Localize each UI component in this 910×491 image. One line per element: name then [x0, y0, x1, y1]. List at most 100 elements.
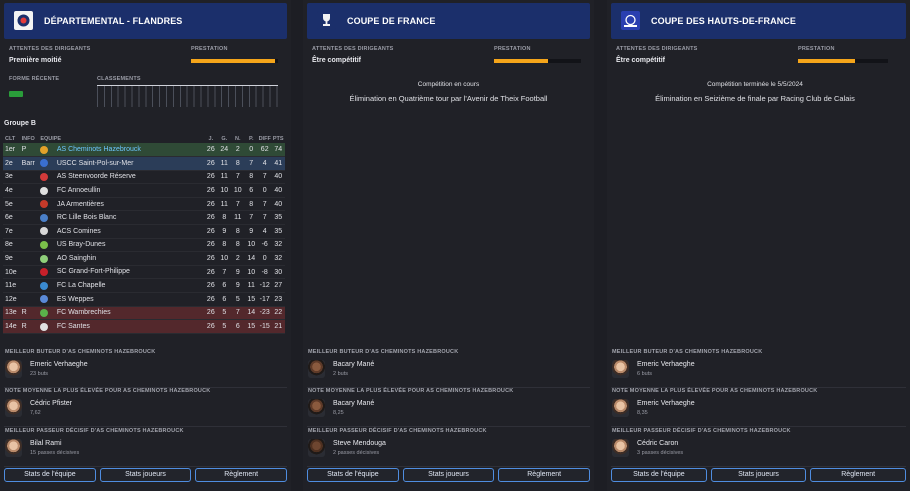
top-assist-section[interactable]: MEILLEUR PASSEUR DÉCISIF D'AS CHEMINOTS … [611, 428, 906, 467]
top-assist-name[interactable]: Bilal Rami [30, 440, 62, 447]
goal-diff-cell: 0 [257, 183, 272, 198]
team-cell: AS Steenvoorde Réserve [54, 170, 205, 185]
team-name-link[interactable]: US Bray-Dunes [57, 241, 106, 248]
top-rating-section[interactable]: NOTE MOYENNE LA PLUS ÉLEVÉE POUR AS CHEM… [4, 388, 287, 427]
team-cell: RC Lille Bois Blanc [54, 210, 205, 226]
points-cell: 40 [271, 170, 285, 185]
points-cell: 41 [271, 156, 285, 171]
lost-cell: 6 [244, 183, 258, 198]
table-row[interactable]: 13e R FC Wambrechies 26 5 7 14 -23 22 [3, 306, 285, 321]
table-row[interactable]: 7e ACS Comines 26 9 8 9 4 35 [3, 224, 285, 239]
table-row[interactable]: 14e R FC Santes 26 5 6 15 -15 21 [3, 319, 285, 334]
crest-cell [40, 170, 55, 185]
team-name-link[interactable]: SC Grand-Fort-Philippe [57, 268, 130, 275]
top-assist-stat: 2 passes décisives [333, 450, 380, 456]
table-row[interactable]: 9e AO Sainghin 26 10 2 14 0 32 [3, 251, 285, 266]
col-p[interactable]: P. [245, 134, 258, 143]
table-row[interactable]: 6e RC Lille Bois Blanc 26 8 11 7 7 35 [3, 210, 285, 226]
points-cell: 35 [271, 224, 285, 239]
rules-button[interactable]: Règlement [195, 468, 288, 482]
points-cell: 32 [271, 238, 285, 253]
panel-buttons: Stats de l'équipe Stats joueurs Règlemen… [4, 468, 288, 482]
won-cell: 11 [217, 197, 232, 212]
team-stats-button[interactable]: Stats de l'équipe [4, 468, 96, 482]
top-scorer-section[interactable]: MEILLEUR BUTEUR D'AS CHEMINOTS HAZEBROUC… [4, 349, 287, 388]
team-name-link[interactable]: AS Cheminots Hazebrouck [57, 146, 141, 153]
rules-button[interactable]: Règlement [810, 468, 907, 482]
top-rating-name[interactable]: Emeric Verhaeghe [637, 400, 695, 407]
top-scorer-name[interactable]: Bacary Mané [333, 361, 374, 368]
col-pts[interactable]: PTS [271, 134, 285, 143]
table-row[interactable]: 2e Barr USCC Saint-Pol-sur-Mer 26 11 8 7 4 41 [3, 156, 285, 171]
table-row[interactable]: 3e AS Steenvoorde Réserve 26 11 7 8 7 40 [3, 170, 285, 185]
goal-diff-cell: -8 [257, 265, 272, 280]
top-assist-name[interactable]: Steve Mendouga [333, 440, 386, 447]
player-stats-button[interactable]: Stats joueurs [402, 468, 495, 482]
team-stats-button[interactable]: Stats de l'équipe [611, 468, 707, 482]
team-name-link[interactable]: ACS Comines [57, 228, 101, 235]
top-assist-name[interactable]: Cédric Caron [637, 440, 678, 447]
rank-cell: 5e [3, 197, 22, 212]
played-cell: 26 [204, 156, 218, 171]
club-crest-icon [40, 145, 49, 154]
table-row[interactable]: 5e JA Armentières 26 11 7 8 7 40 [3, 197, 285, 212]
rank-cell: 9e [3, 251, 22, 266]
played-cell: 26 [204, 210, 218, 226]
club-crest-icon [40, 322, 49, 331]
col-g[interactable]: G. [218, 134, 231, 143]
points-cell: 22 [271, 306, 285, 321]
top-rating-name[interactable]: Cédric Pfister [30, 400, 72, 407]
table-row[interactable]: 12e ES Weppes 26 6 5 15 -17 23 [3, 292, 285, 307]
team-name-link[interactable]: FC Wambrechies [57, 309, 111, 316]
info-cell: R [21, 306, 41, 321]
top-scorer-section[interactable]: MEILLEUR BUTEUR D'AS CHEMINOTS HAZEBROUC… [611, 349, 906, 388]
won-cell: 9 [217, 224, 232, 239]
competition-result: Élimination en Quatrième tour par l'Aven… [349, 94, 548, 103]
rules-button[interactable]: Règlement [498, 468, 591, 482]
table-row[interactable]: 11e FC La Chapelle 26 6 9 11 -12 27 [3, 278, 285, 294]
club-crest-icon [40, 172, 49, 181]
rank-cell: 12e [3, 292, 22, 307]
col-info[interactable]: INFO [22, 134, 41, 143]
crest-cell [40, 183, 55, 198]
table-row[interactable]: 4e FC Annoeullin 26 10 10 6 0 40 [3, 183, 285, 198]
top-scorer-section[interactable]: MEILLEUR BUTEUR D'AS CHEMINOTS HAZEBROUC… [307, 349, 590, 388]
top-rating-section[interactable]: NOTE MOYENNE LA PLUS ÉLEVÉE POUR AS CHEM… [307, 388, 590, 427]
col-team[interactable]: EQUIPE [40, 134, 204, 143]
team-name-link[interactable]: AS Steenvoorde Réserve [57, 173, 136, 180]
team-name-link[interactable]: ES Weppes [57, 296, 94, 303]
table-row[interactable]: 1er P AS Cheminots Hazebrouck 26 24 2 0 62 74 [3, 143, 285, 158]
info-cell [21, 183, 41, 198]
player-stats-button[interactable]: Stats joueurs [710, 468, 807, 482]
top-scorer-name[interactable]: Emeric Verhaeghe [637, 361, 695, 368]
team-name-link[interactable]: FC Annoeullin [57, 187, 101, 194]
team-name-link[interactable]: FC Santes [57, 323, 90, 330]
player-stats-button[interactable]: Stats joueurs [99, 468, 192, 482]
lost-cell: 10 [244, 265, 258, 280]
info-cell [21, 238, 41, 253]
team-name-link[interactable]: JA Armentières [57, 201, 104, 208]
top-scorer-stat: 23 buts [30, 371, 49, 377]
table-row[interactable]: 10e SC Grand-Fort-Philippe 26 7 9 10 -8 30 [3, 265, 285, 280]
top-assist-section[interactable]: MEILLEUR PASSEUR DÉCISIF D'AS CHEMINOTS … [307, 428, 590, 467]
top-rating-section[interactable]: NOTE MOYENNE LA PLUS ÉLEVÉE POUR AS CHEM… [611, 388, 906, 427]
team-cell: ES Weppes [54, 292, 205, 307]
col-n[interactable]: N. [231, 134, 244, 143]
col-clt[interactable]: CLT [3, 134, 22, 143]
points-cell: 23 [271, 292, 285, 307]
col-diff[interactable]: DIFF [258, 134, 271, 143]
team-name-link[interactable]: USCC Saint-Pol-sur-Mer [57, 160, 134, 167]
top-assist-section[interactable]: MEILLEUR PASSEUR DÉCISIF D'AS CHEMINOTS … [4, 428, 287, 467]
table-row[interactable]: 8e US Bray-Dunes 26 8 8 10 -6 32 [3, 238, 285, 253]
crest-cell [40, 319, 55, 334]
crest-cell [40, 251, 55, 266]
player-avatar [612, 439, 629, 457]
team-name-link[interactable]: RC Lille Bois Blanc [57, 214, 117, 221]
col-j[interactable]: J. [204, 134, 217, 143]
goal-diff-cell: 7 [257, 210, 272, 226]
team-stats-button[interactable]: Stats de l'équipe [307, 468, 399, 482]
top-rating-name[interactable]: Bacary Mané [333, 400, 374, 407]
team-name-link[interactable]: FC La Chapelle [57, 282, 106, 289]
top-scorer-name[interactable]: Emeric Verhaeghe [30, 361, 88, 368]
team-name-link[interactable]: AO Sainghin [57, 255, 96, 262]
